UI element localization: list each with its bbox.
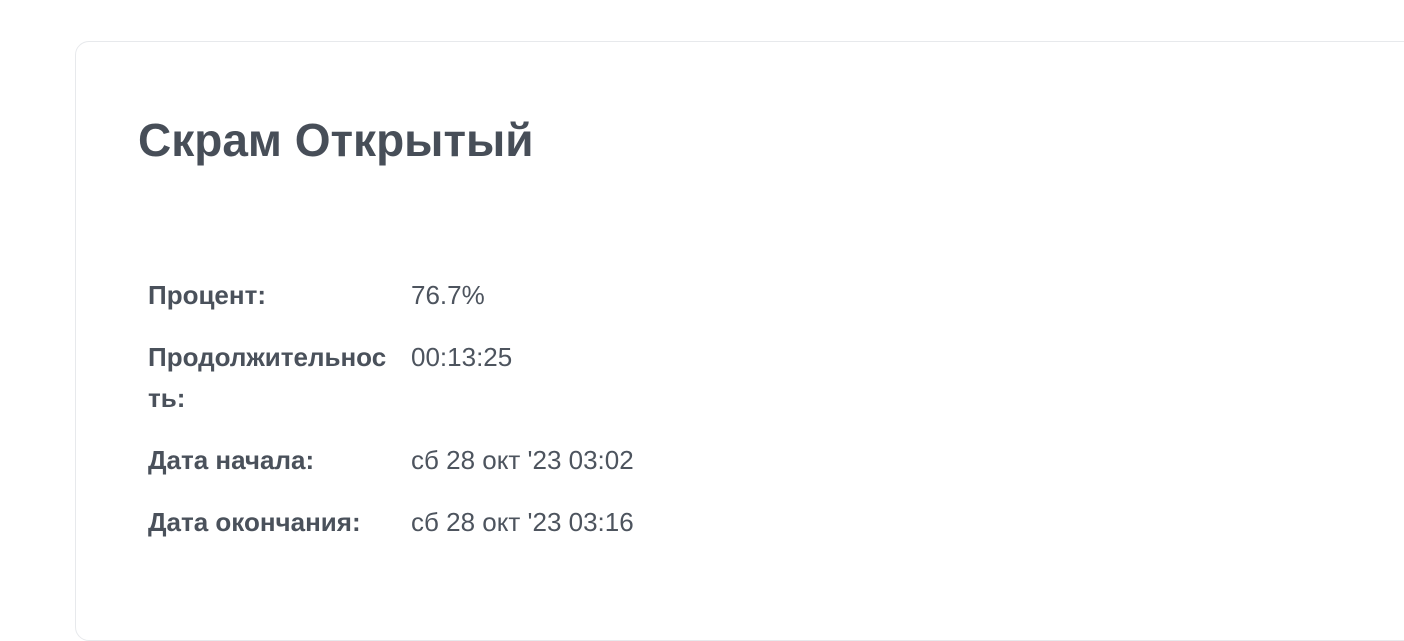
detail-label: Продолжительность:: [148, 342, 387, 413]
details-card: Скрам Открытый Процент: 76.7% Продолжите…: [75, 41, 1404, 641]
detail-label: Процент:: [148, 280, 266, 310]
detail-value: 76.7%: [411, 280, 485, 310]
detail-row-end-date: Дата окончания: сб 28 окт '23 03:16: [138, 502, 634, 564]
detail-value: сб 28 окт '23 03:16: [411, 507, 634, 537]
detail-label: Дата окончания:: [148, 507, 361, 537]
detail-value: сб 28 окт '23 03:02: [411, 445, 634, 475]
detail-row-start-date: Дата начала: сб 28 окт '23 03:02: [138, 440, 634, 502]
detail-row-percent: Процент: 76.7%: [138, 275, 634, 337]
detail-value: 00:13:25: [411, 342, 513, 372]
detail-row-duration: Продолжительность: 00:13:25: [138, 337, 634, 440]
page-title: Скрам Открытый: [138, 114, 534, 166]
details-table: Процент: 76.7% Продолжительность: 00:13:…: [138, 275, 634, 564]
detail-label: Дата начала:: [148, 445, 315, 475]
